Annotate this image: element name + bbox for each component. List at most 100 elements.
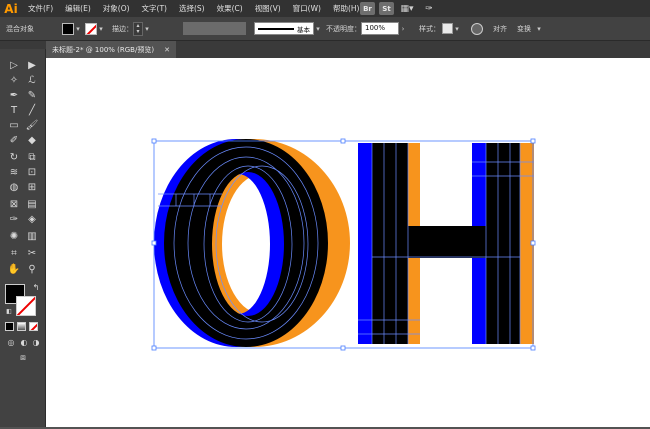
symbol-sprayer-tool-icon[interactable]: ✺ [7, 230, 21, 244]
artboard-tool-icon[interactable]: ⌗ [7, 247, 21, 261]
none-mode-button[interactable] [29, 322, 38, 331]
resize-handle[interactable] [151, 345, 157, 351]
scale-tool-icon[interactable]: ⧉ [25, 151, 39, 165]
slice-tool-icon[interactable]: ✂ [25, 247, 39, 261]
resize-handle[interactable] [151, 240, 157, 246]
document-tab-bar: 未标题-2* @ 100% (RGB/预览) ✕ [46, 41, 650, 58]
graphic-style-swatch[interactable] [442, 23, 453, 34]
stroke-style-field[interactable]: 基本 [254, 22, 314, 35]
shape-builder-tool-icon[interactable]: ◍ [7, 181, 21, 195]
paintbrush-tool-icon[interactable]: 🖌 [25, 119, 39, 133]
h-crossbar-right [472, 226, 486, 258]
align-button[interactable]: 对齐 [493, 24, 507, 34]
eraser-tool-icon[interactable]: ◆ [25, 134, 39, 148]
default-colors-icon[interactable]: ◧ [2, 305, 16, 319]
stroke-color-swatch[interactable] [16, 296, 36, 316]
menu-view[interactable]: 视图(V) [249, 0, 287, 17]
menu-file[interactable]: 文件(F) [22, 0, 59, 17]
stroke-swatch[interactable] [85, 22, 97, 35]
letter-h[interactable] [358, 143, 534, 344]
line-tool-icon[interactable]: ╱ [25, 104, 39, 118]
opacity-input[interactable]: 100% [361, 22, 399, 35]
eyedropper-tool-icon[interactable]: ✑ [7, 213, 21, 227]
screen-mode-icon[interactable]: ⧈ [16, 351, 30, 365]
resize-handle[interactable] [151, 138, 157, 144]
column-graph-tool-icon[interactable]: ▥ [25, 230, 39, 244]
stroke-style-label: 基本 [297, 25, 310, 34]
selection-tool-icon[interactable]: ▷ [7, 59, 21, 73]
h-left-blue [358, 143, 372, 344]
transform-button[interactable]: 变换 [517, 24, 531, 34]
menu-window[interactable]: 窗口(W) [287, 0, 327, 17]
swap-colors-icon[interactable]: ↰ [29, 281, 43, 295]
stroke-line-preview [258, 27, 294, 30]
color-mode-button[interactable] [5, 322, 14, 331]
zoom-tool-icon[interactable]: ⚲ [25, 263, 39, 277]
artboard-canvas[interactable] [46, 58, 650, 427]
width-tool-icon[interactable]: ≋ [7, 166, 21, 180]
hand-tool-icon[interactable]: ✋ [7, 263, 21, 277]
artwork [151, 138, 536, 351]
close-icon[interactable]: ✕ [164, 46, 170, 54]
letter-o[interactable] [154, 139, 350, 347]
control-bar: 混合对象 ▾ ▾ 描边： ▴ ▾ ▾ 基本 ▾ 不透明度： 100% › 样式： … [0, 17, 650, 41]
draw-inside-icon[interactable]: ◑ [29, 336, 43, 350]
gradient-mode-button[interactable] [17, 322, 26, 331]
chevron-down-icon[interactable]: ▾ [74, 25, 82, 33]
resize-handle[interactable] [530, 240, 536, 246]
menu-type[interactable]: 文字(T) [136, 0, 173, 17]
recolor-icon[interactable] [471, 22, 483, 35]
menu-edit[interactable]: 编辑(E) [59, 0, 97, 17]
gradient-tool-icon[interactable]: ▤ [25, 198, 39, 212]
chevron-down-icon[interactable]: ▾ [453, 25, 461, 33]
magic-wand-tool-icon[interactable]: ✧ [7, 74, 21, 88]
app-logo: Ai [4, 1, 18, 16]
direct-selection-tool-icon[interactable]: ▶ [25, 59, 39, 73]
perspective-grid-tool-icon[interactable]: ⊞ [25, 181, 39, 195]
type-tool-icon[interactable]: T [7, 104, 21, 118]
blend-tool-icon[interactable]: ◈ [25, 213, 39, 227]
resize-handle[interactable] [530, 138, 536, 144]
chevron-down-icon[interactable]: ▾ [314, 25, 322, 33]
lasso-tool-icon[interactable]: ℒ [25, 74, 39, 88]
document-tab-title: 未标题-2* @ 100% (RGB/预览) [52, 45, 155, 54]
resize-handle[interactable] [340, 345, 346, 351]
menu-object[interactable]: 对象(O) [97, 0, 136, 17]
opacity-label: 不透明度： [326, 24, 361, 33]
mode-label: 混合对象 [6, 24, 34, 33]
document-tab[interactable]: 未标题-2* @ 100% (RGB/预览) ✕ [46, 41, 176, 58]
variable-width-field[interactable] [183, 22, 246, 35]
tools-panel: ▷ ▶ ✧ ℒ ✒ ✎ T ╱ ▭ 🖌 ✐ ◆ ↻ ⧉ ≋ ⊡ ◍ ⊞ ⊠ ▤ … [0, 41, 46, 427]
panel-menu-icon[interactable]: ▾ [535, 25, 543, 33]
none-slash [17, 297, 35, 315]
menu-bar: Ai 文件(F) 编辑(E) 对象(O) 文字(T) 选择(S) 效果(C) 视… [0, 0, 650, 17]
free-transform-tool-icon[interactable]: ⊡ [25, 166, 39, 180]
stroke-weight-stepper[interactable]: ▴ ▾ [133, 21, 143, 36]
rectangle-tool-icon[interactable]: ▭ [7, 119, 21, 133]
grid-icon[interactable]: ▦▾ [398, 2, 416, 15]
resize-handle[interactable] [340, 138, 346, 144]
menu-effect[interactable]: 效果(C) [211, 0, 249, 17]
stock-button[interactable]: St [379, 2, 394, 15]
h-upper-gap [420, 143, 472, 226]
none-slash [30, 323, 37, 330]
resize-handle[interactable] [530, 345, 536, 351]
pen-tool-icon[interactable]: ✒ [7, 89, 21, 103]
h-crossbar-left [408, 226, 420, 258]
fill-swatch[interactable] [62, 22, 74, 35]
panel-grip[interactable] [0, 41, 46, 49]
draw-normal-icon[interactable]: ◎ [4, 336, 18, 350]
mesh-tool-icon[interactable]: ⊠ [7, 198, 21, 212]
chevron-down-icon[interactable]: ▾ [143, 25, 151, 33]
h-lower-gap [420, 258, 472, 344]
curvature-tool-icon[interactable]: ✎ [25, 89, 39, 103]
menu-select[interactable]: 选择(S) [173, 0, 211, 17]
style-label: 样式： [419, 24, 440, 33]
feather-icon[interactable]: ✑ [420, 2, 438, 15]
chevron-right-icon[interactable]: › [399, 25, 407, 33]
bridge-button[interactable]: Br [360, 2, 375, 15]
rotate-tool-icon[interactable]: ↻ [7, 151, 21, 165]
chevron-down-icon[interactable]: ▾ [97, 25, 105, 33]
shaper-tool-icon[interactable]: ✐ [7, 134, 21, 148]
stroke-label: 描边： [112, 24, 133, 33]
